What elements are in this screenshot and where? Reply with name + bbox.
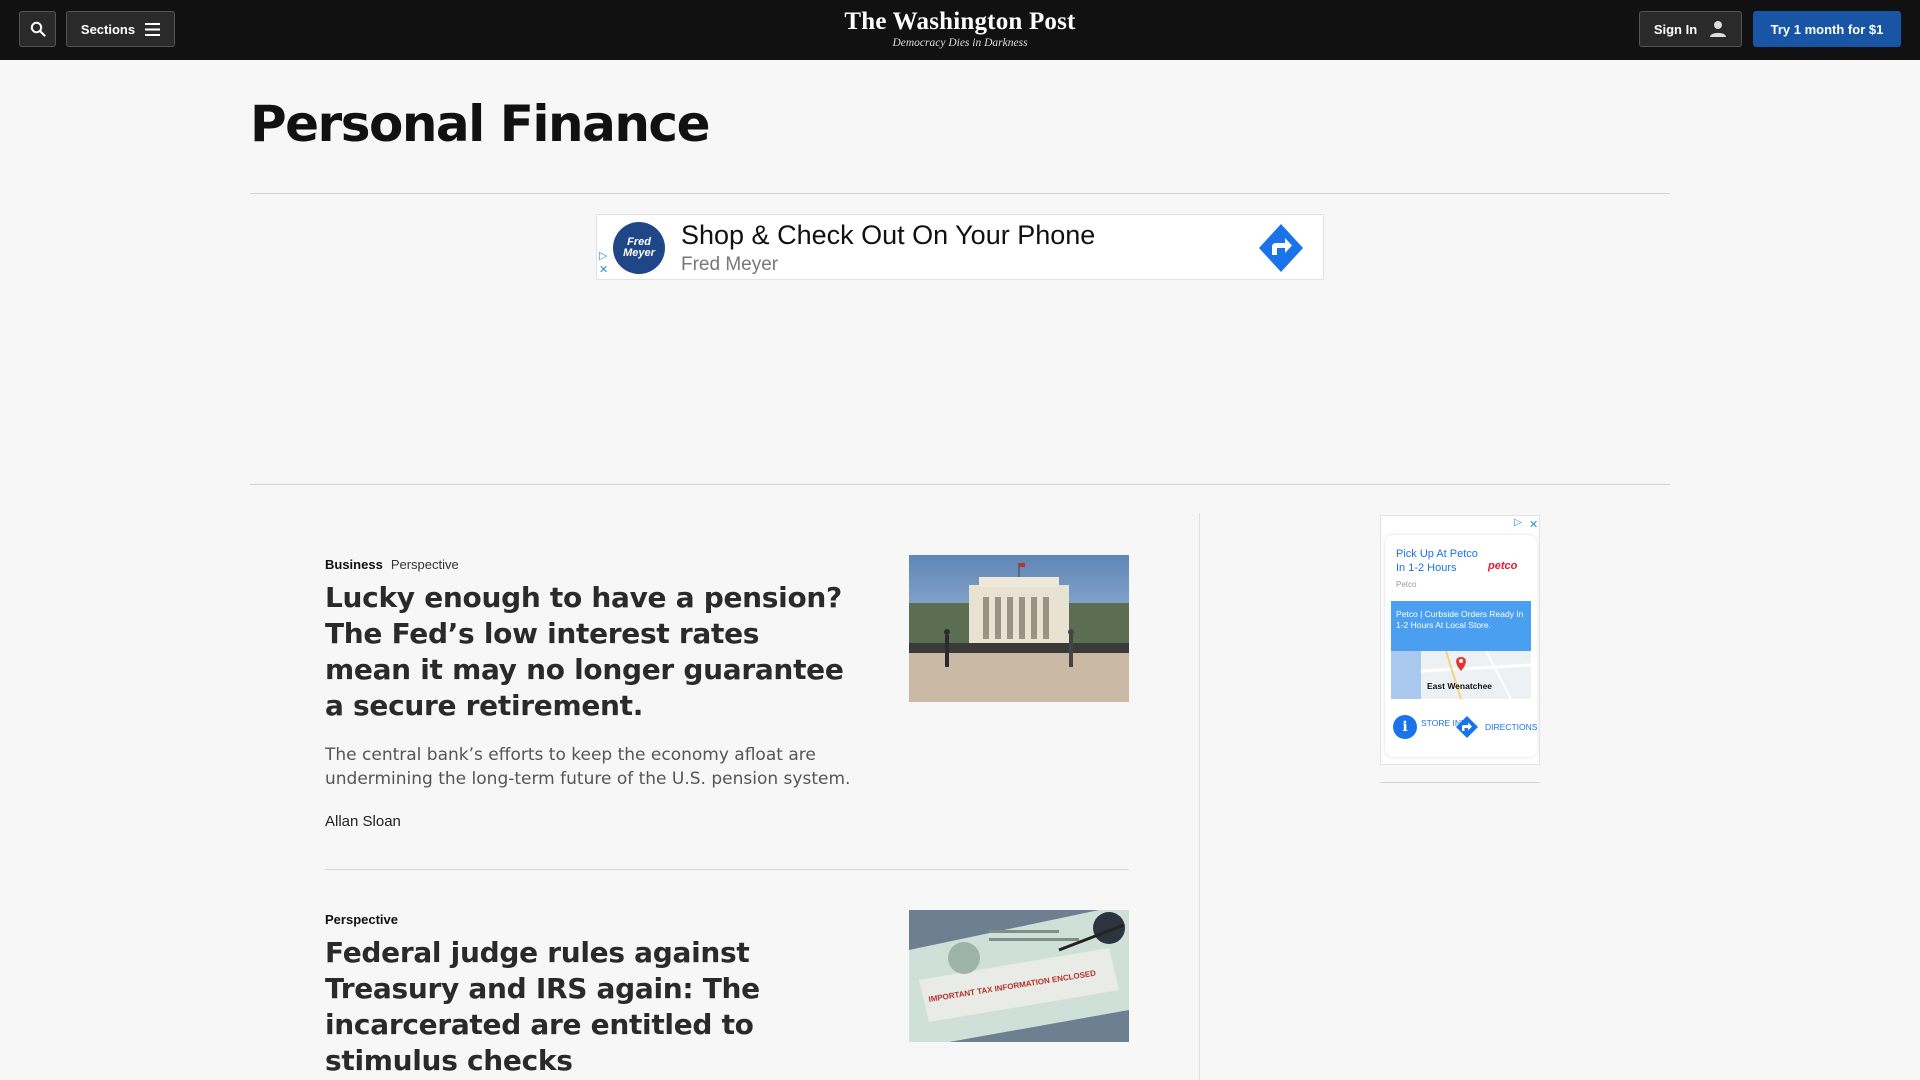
story-label: Perspective	[325, 912, 398, 927]
stimulus-check-image: IMPORTANT TAX INFORMATION ENCLOSED	[909, 910, 1129, 1042]
sign-in-label: Sign In	[1653, 21, 1698, 37]
directions-arrow-icon[interactable]	[1257, 222, 1305, 274]
story-label: Perspective	[390, 557, 459, 572]
story-blurb: The central bank’s efforts to keep the e…	[325, 745, 851, 789]
story-headline-link[interactable]: Federal judge rules against Treasury and…	[325, 935, 785, 1079]
ad-divider	[250, 484, 1670, 485]
banner-ad-advertiser: Fred Meyer	[681, 254, 779, 275]
banner-advertisement[interactable]: Fred Meyer Shop & Check Out On Your Phon…	[596, 214, 1324, 280]
stimulus-check-photo[interactable]: IMPORTANT TAX INFORMATION ENCLOSED	[909, 910, 1129, 1042]
story-divider	[325, 869, 1129, 870]
page-title: Personal Finance	[250, 95, 710, 153]
petco-ad-headline[interactable]: Pick Up At Petco In 1-2 Hours	[1396, 547, 1481, 575]
store-map[interactable]: East Wenatchee	[1391, 651, 1531, 699]
story-kicker: Business Perspective	[325, 557, 459, 572]
directions-link[interactable]: DIRECTIONS	[1485, 722, 1537, 732]
search-button[interactable]	[19, 11, 56, 47]
map-label: East Wenatchee	[1427, 681, 1493, 691]
banner-ad-headline[interactable]: Shop & Check Out On Your Phone	[681, 220, 1095, 251]
directions-icon[interactable]	[1455, 715, 1479, 739]
ad-play-icon[interactable]: ▷	[1514, 517, 1522, 528]
story-section-link[interactable]: Business	[325, 557, 383, 572]
sections-label: Sections	[80, 21, 136, 37]
search-icon	[30, 21, 46, 37]
federal-reserve-image	[909, 555, 1129, 702]
column-divider	[1199, 513, 1200, 1080]
logo-tagline: Democracy Dies in Darkness	[892, 37, 1028, 49]
story-byline-link[interactable]: Allan Sloan	[325, 813, 401, 830]
washington-post-logo[interactable]: The Washington Post Democracy Dies in Da…	[760, 8, 1160, 49]
info-icon[interactable]: i	[1393, 715, 1417, 739]
logo-name: The Washington Post	[844, 8, 1076, 35]
fred-meyer-logo: Fred Meyer	[613, 222, 665, 274]
ad-close-icon[interactable]: ✕	[599, 263, 608, 277]
ad-close-icon[interactable]: ✕	[1529, 518, 1538, 531]
petco-ad-description: Petco | Curbside Orders Ready In 1-2 Hou…	[1391, 601, 1531, 651]
map-image	[1391, 651, 1531, 699]
top-navigation-bar: Sections The Washington Post Democracy D…	[0, 0, 1920, 60]
story-kicker: Perspective	[325, 912, 406, 927]
side-advertisement[interactable]: ▷ ✕ Pick Up At Petco In 1-2 Hours petco …	[1380, 515, 1540, 765]
adchoices-icon[interactable]: ▷ ✕	[599, 249, 608, 277]
petco-ad-advertiser: Petco	[1396, 580, 1417, 589]
sign-in-button[interactable]: Sign In	[1639, 11, 1742, 47]
title-divider	[250, 193, 1670, 194]
subscribe-button[interactable]: Try 1 month for $1	[1753, 11, 1901, 47]
side-ad-divider	[1380, 782, 1540, 783]
federal-reserve-photo[interactable]	[909, 555, 1129, 702]
petco-logo: petco	[1488, 560, 1518, 572]
ad-play-icon: ▷	[599, 250, 608, 262]
user-icon	[1710, 21, 1727, 37]
hamburger-icon	[145, 22, 161, 36]
sections-menu-button[interactable]: Sections	[66, 11, 175, 47]
story-headline-link[interactable]: Lucky enough to have a pension? The Fed’…	[325, 580, 845, 724]
petco-ad-card[interactable]: Pick Up At Petco In 1-2 Hours petco Petc…	[1385, 535, 1537, 757]
